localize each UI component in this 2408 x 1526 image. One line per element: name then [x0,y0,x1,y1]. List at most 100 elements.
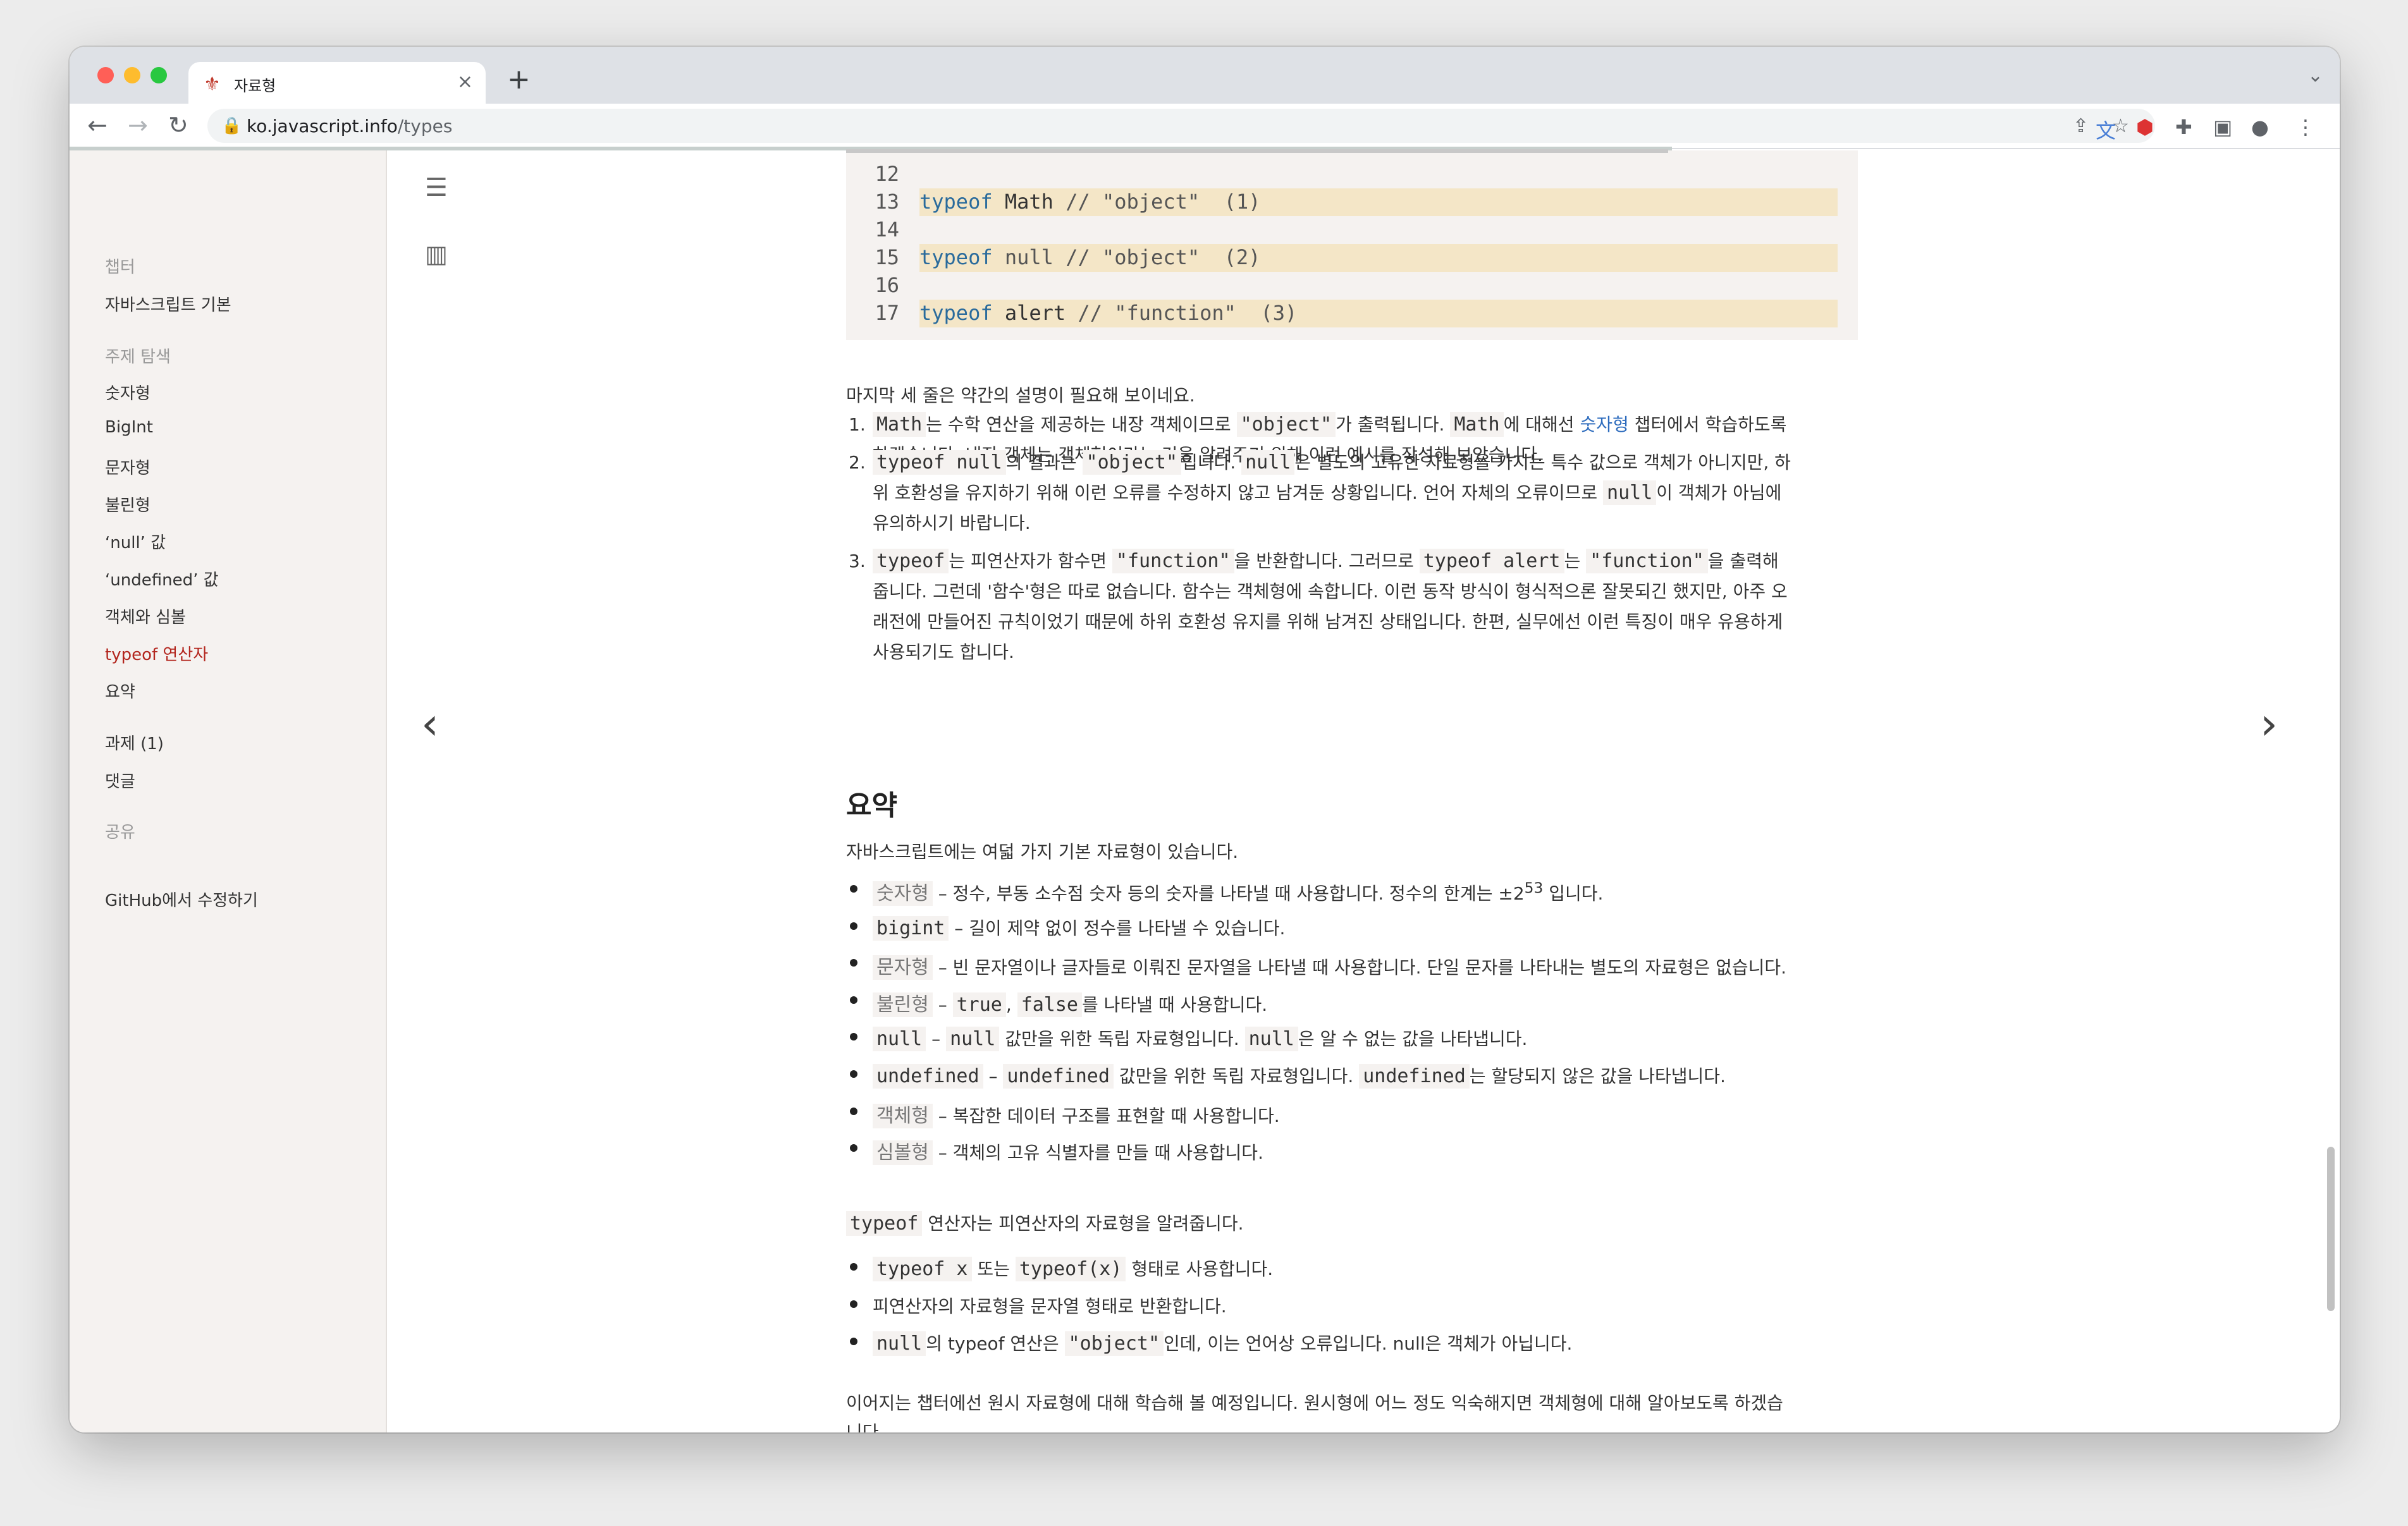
text-run: 입니다. [1181,452,1242,473]
code-identifier: Math [992,190,1066,214]
text-run: 을 반환합니다. 그러므로 [1234,551,1420,571]
explanation-intro: 마지막 세 줄은 약간의 설명이 필요해 보이네요. [846,385,1195,406]
inline-code: Math [873,412,926,437]
address-bar[interactable]: 🔒 ko.javascript.info/types ⇪ ☆ [207,109,2155,143]
prev-chapter-arrow-icon[interactable]: ‹ [421,698,439,750]
sidebar-item-topic[interactable]: typeof 연산자 [105,642,208,665]
text-run: – 복잡한 데이터 구조를 표현할 때 사용합니다. [932,1105,1280,1126]
side-panel-icon[interactable]: ▣ [2213,115,2232,139]
code-scrollbar[interactable] [846,149,1668,153]
code-comment: null // "object" (2) [1004,245,1261,269]
summary-intro: 자바스크립트에는 여덟 가지 기본 자료형이 있습니다. [846,841,1239,862]
code-line-source: typeof Math // "object" (1) [919,190,1260,214]
sidebar-item-topic[interactable]: 문자형 [105,455,150,479]
sidebar-item-topic[interactable]: 객체와 심볼 [105,604,186,628]
forward-arrow-icon[interactable]: → [128,111,148,139]
inline-code: undefined [1003,1064,1114,1089]
explanation-body: typeof null 의 결과는 "object" 입니다. null 은 별도의 … [873,448,1859,539]
url-text[interactable]: ko.javascript.info/types [247,116,452,137]
explanation-line: Math 는 수학 연산을 제공하는 내장 객체이므로 "object" 가 출력됩… [873,410,1859,440]
text-run: 유의하시기 바랍니다. [873,513,1031,534]
tab-search-chevron-icon[interactable]: ⌄ [2307,64,2323,87]
sidebar-item-topic[interactable]: 불린형 [105,492,150,516]
text-run: 는 수학 연산을 제공하는 내장 객체이므로 [926,414,1237,435]
code-block: 12 13 typeof Math // "object" (1) 14 15 typeo… [846,149,1858,340]
back-arrow-icon[interactable]: ← [87,111,108,139]
sidebar-item-topic[interactable]: ‘undefined’ 값 [105,567,219,590]
code-comment: // "function" (3) [1078,301,1298,325]
sidebar: 챕터 자바스크립트 기본 주제 탐색 숫자형 BigInt 문자형불린형 ‘null’… [70,150,387,1432]
outro-line-1: 이어지는 챕터에선 원시 자료형에 대해 학습해 볼 예정입니다. 원시형에 어… [846,1393,1783,1413]
code-line-number: 16 [875,273,899,297]
text-run: – 길이 제약 없이 정수를 나타낼 수 있습니다. [949,917,1286,939]
code-line-number: 14 [875,217,899,241]
type-description: 문자형 – 빈 문자열이나 글자들로 이뤄진 문자열을 나타낼 때 사용합니다.… [873,951,1786,980]
menu-hamburger-icon[interactable]: ☰ [425,173,448,202]
inline-code: typeof [846,1211,923,1236]
lock-icon[interactable]: 🔒 [221,116,242,135]
browser-menu-icon[interactable]: ⋮ [2295,115,2316,139]
type-link[interactable]: 문자형 [873,955,933,980]
text-run: 줍니다. 그런데 '함수'형은 따로 없습니다. 함수는 객체형에 속합니다. … [873,581,1788,602]
sidebar-chapter-heading: 챕터 [105,258,135,277]
close-window-button[interactable] [97,67,114,83]
type-link[interactable]: 불린형 [873,992,933,1017]
page-scrollbar[interactable] [2327,1147,2335,1311]
browser-tab[interactable]: ⚜ 자료형 × [188,62,486,104]
text-run: – [932,994,953,1015]
inline-code: null [873,1331,926,1356]
inline-code: false [1017,992,1082,1017]
list-number: 1. [849,414,866,435]
text-run: 연산자는 피연산자의 자료형을 알려줍니다. [922,1213,1244,1234]
code-comment: // "object" (1) [1066,190,1261,214]
code-identifier [993,245,1005,269]
sidebar-edit-github-link[interactable]: GitHub에서 수정하기 [105,888,258,911]
text-run: 에 대해선 [1503,414,1580,435]
type-description: 객체형 – 복잡한 데이터 구조를 표현할 때 사용합니다. [873,1100,1280,1128]
bullet-dot [850,959,857,967]
inline-code: "function" [1586,549,1708,573]
explanation-line: 래전에 만들어진 규칙이었기 때문에 하위 호환성 유지를 위해 남겨진 상태입… [873,607,1859,637]
inline-code: typeof x [873,1257,972,1281]
type-link[interactable]: 숫자형 [873,881,933,906]
bullet-dot [850,1338,857,1345]
text-run: – 정수, 부동 소수점 숫자 등의 숫자를 나타낼 때 사용합니다. 정수의 … [932,883,1525,904]
type-description: undefined – undefined 값만을 위한 독립 자료형입니다. … [873,1063,1726,1089]
extensions-puzzle-icon[interactable]: ✚ [2175,115,2192,139]
sidebar-item-tasks[interactable]: 과제 (1) [105,731,164,754]
sidebar-item-topic[interactable]: ‘null’ 값 [105,530,166,553]
text-run: 은 별도의 고유한 자료형을 가지는 특수 값으로 객체가 아니지만, 하 [1294,452,1791,473]
sidebar-item-topic[interactable]: 숫자형 [105,381,150,404]
text-run: 가 출력됩니다. [1336,414,1451,435]
maximize-window-button[interactable] [150,67,167,83]
text-run: 형태로 사용합니다. [1126,1259,1274,1279]
chapter-link[interactable]: 숫자형 [1580,414,1628,435]
type-link[interactable]: 객체형 [873,1103,933,1128]
text-run: 챕터에서 학습하도록 [1628,414,1787,435]
adblock-extension-icon[interactable]: ⬢ [2136,115,2154,139]
sidebar-chapter-link[interactable]: 자바스크립트 기본 [105,292,231,315]
inline-code: null [1603,480,1657,505]
profile-avatar-icon[interactable]: ● [2251,115,2269,139]
map-icon[interactable]: ▥ [425,240,448,268]
bullet-dot [850,1144,857,1152]
translate-extension-icon[interactable]: 文 [2096,115,2116,144]
inline-code: typeof null [873,450,1006,475]
sidebar-topic-heading: 주제 탐색 [105,348,171,367]
superscript: 53 [1524,879,1544,897]
sidebar-item-topic[interactable]: 요약 [105,679,135,702]
text-run: 인데, 이는 언어상 오류입니다. null은 객체가 아닙니다. [1164,1333,1573,1354]
sidebar-item-comments[interactable]: 댓글 [105,769,135,792]
outro-line-2: 니다. [846,1422,885,1432]
minimize-window-button[interactable] [124,67,140,83]
reload-icon[interactable]: ↻ [168,111,188,139]
sidebar-item-topic[interactable]: BigInt [105,418,153,437]
next-chapter-arrow-icon[interactable]: › [2260,698,2278,750]
type-link[interactable]: 심볼형 [873,1140,933,1166]
inline-code: true [952,992,1006,1017]
tab-close-icon[interactable]: × [457,71,473,93]
new-tab-button[interactable]: + [507,63,531,95]
inline-code: bigint [873,915,949,941]
share-icon[interactable]: ⇪ [2073,115,2089,137]
explanation-line: typeof 는 피연산자가 함수면 "function" 을 반환합니다. 그러므… [873,546,1859,577]
